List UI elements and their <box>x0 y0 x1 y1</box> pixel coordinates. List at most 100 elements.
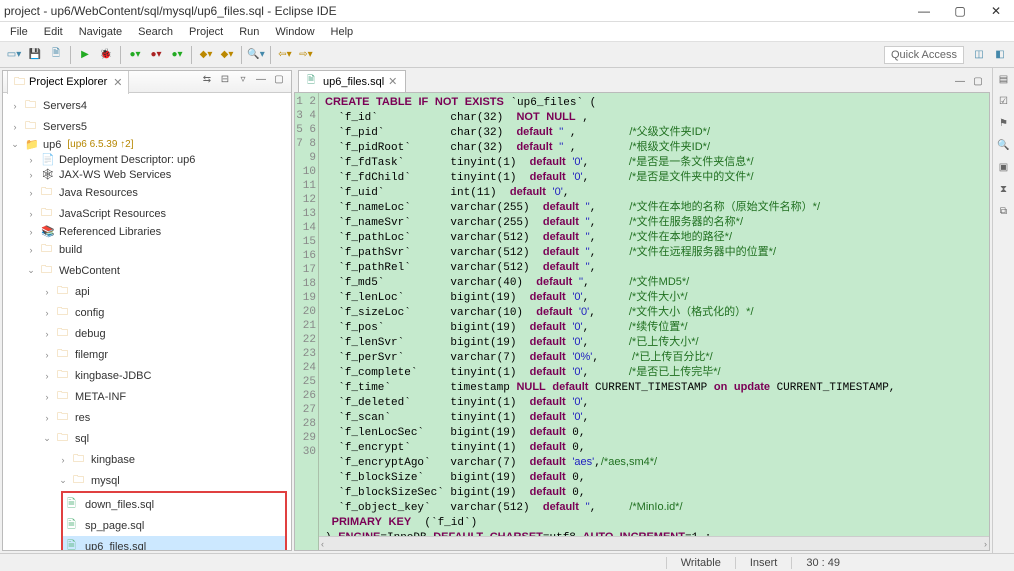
run-last-button[interactable]: ●▾ <box>125 45 145 65</box>
menu-run[interactable]: Run <box>233 24 265 40</box>
tree-config[interactable]: ›🗀config <box>3 302 291 323</box>
minimize-button[interactable]: — <box>910 2 938 20</box>
task-list-button[interactable]: ☑ <box>996 96 1012 112</box>
perspective-debug-button[interactable]: ◧ <box>990 45 1010 65</box>
close-icon[interactable]: ✕ <box>388 75 397 88</box>
code-editor[interactable]: CREATE TABLE IF NOT EXISTS `up6_files` (… <box>319 93 989 550</box>
tree-filemgr[interactable]: ›🗀filemgr <box>3 344 291 365</box>
tree-metainf[interactable]: ›🗀META-INF <box>3 386 291 407</box>
folder-icon: 🗀 <box>57 324 71 343</box>
horizontal-scrollbar[interactable]: ‹› <box>319 536 989 550</box>
project-explorer-tab[interactable]: 🗀 Project Explorer ✕ <box>7 70 129 94</box>
tree-servers5[interactable]: ›🗀Servers5 <box>3 116 291 137</box>
window-title: project - up6/WebContent/sql/mysql/up6_f… <box>4 4 910 18</box>
tree-jsres[interactable]: ›🗀JavaScript Resources <box>3 203 291 224</box>
ws-icon: 🕸 <box>41 168 55 181</box>
quick-access[interactable]: Quick Access <box>884 46 964 64</box>
tree-javares[interactable]: ›🗀Java Resources <box>3 182 291 203</box>
tree-build[interactable]: ›🗀build <box>3 239 291 260</box>
folder-icon: 🗀 <box>25 117 39 136</box>
project-tree[interactable]: ›🗀Servers4 ›🗀Servers5 ⌄📁up6[up6 6.5.39 ↑… <box>3 93 291 550</box>
folder-icon: 🗀 <box>57 303 71 322</box>
folder-icon: 🗀 <box>57 429 71 448</box>
new-pkg-button[interactable]: ◆▾ <box>196 45 216 65</box>
run-button[interactable]: ▶ <box>75 45 95 65</box>
debug-button[interactable]: 🐞 <box>96 45 116 65</box>
tree-deploy[interactable]: ›📄Deployment Descriptor: up6 <box>3 152 291 167</box>
scm-decorator: [up6 6.5.39 ↑2] <box>67 139 133 150</box>
folder-icon: 🗀 <box>41 183 55 202</box>
progress-button[interactable]: ⧗ <box>996 184 1012 200</box>
minimize-view-button[interactable]: — <box>253 74 269 90</box>
maximize-button[interactable]: ▢ <box>946 2 974 20</box>
tree-sp-page[interactable]: 🗎sp_page.sql <box>63 515 285 536</box>
tree-up6-files[interactable]: 🗎up6_files.sql <box>63 536 285 550</box>
project-explorer-view: 🗀 Project Explorer ✕ ⇆ ⊟ ▿ — ▢ ›🗀Servers… <box>2 70 292 551</box>
new-class-button[interactable]: ◆▾ <box>217 45 237 65</box>
tree-kingbase[interactable]: ›🗀kingbase <box>3 449 291 470</box>
menu-window[interactable]: Window <box>269 24 320 40</box>
close-button[interactable]: ✕ <box>982 2 1010 20</box>
coverage-button[interactable]: ●▾ <box>167 45 187 65</box>
menu-help[interactable]: Help <box>325 24 360 40</box>
menu-search[interactable]: Search <box>132 24 179 40</box>
tree-debug[interactable]: ›🗀debug <box>3 323 291 344</box>
menu-navigate[interactable]: Navigate <box>73 24 128 40</box>
tree-reflib[interactable]: ›📚Referenced Libraries <box>3 224 291 239</box>
save-button[interactable]: 💾 <box>25 45 45 65</box>
menu-file[interactable]: File <box>4 24 34 40</box>
editor-maximize-button[interactable]: ▢ <box>970 76 986 92</box>
search-view-button[interactable]: 🔍 <box>996 140 1012 156</box>
folder-icon: 🗀 <box>73 450 87 469</box>
folder-icon: 🗀 <box>41 240 55 259</box>
sql-file-icon: 🗎 <box>67 495 81 514</box>
sql-file-icon: 🗎 <box>307 73 319 90</box>
editor-area: 🗎 up6_files.sql ✕ — ▢ 1 2 3 4 5 6 7 8 9 … <box>294 70 990 551</box>
tree-sql[interactable]: ⌄🗀sql <box>3 428 291 449</box>
tree-webcontent[interactable]: ⌄🗀WebContent <box>3 260 291 281</box>
back-button[interactable]: ⇦▾ <box>275 45 295 65</box>
folder-icon: 🗀 <box>41 261 55 280</box>
descriptor-icon: 📄 <box>41 153 55 166</box>
search-button[interactable]: 🔍▾ <box>246 45 266 65</box>
servers-button[interactable]: ⧉ <box>996 206 1012 222</box>
maximize-view-button[interactable]: ▢ <box>271 74 287 90</box>
extern-button[interactable]: ●▾ <box>146 45 166 65</box>
menu-edit[interactable]: Edit <box>38 24 69 40</box>
tree-servers4[interactable]: ›🗀Servers4 <box>3 95 291 116</box>
editor-body[interactable]: 1 2 3 4 5 6 7 8 9 10 11 12 13 14 15 16 1… <box>294 92 990 551</box>
mysql-highlight-box: 🗎down_files.sql 🗎sp_page.sql 🗎up6_files.… <box>61 491 287 550</box>
forward-button[interactable]: ⇨▾ <box>296 45 316 65</box>
tree-jaxws[interactable]: ›🕸JAX-WS Web Services <box>3 167 291 182</box>
tree-api[interactable]: ›🗀api <box>3 281 291 302</box>
folder-icon: 🗀 <box>14 73 25 92</box>
status-bar: Writable Insert 30 : 49 <box>0 553 1014 571</box>
project-explorer-label: Project Explorer <box>29 76 107 88</box>
outline-view-button[interactable]: ▤ <box>996 74 1012 90</box>
folder-icon: 🗀 <box>73 471 87 490</box>
title-bar: project - up6/WebContent/sql/mysql/up6_f… <box>0 0 1014 22</box>
perspective-java-button[interactable]: ◫ <box>969 45 989 65</box>
link-editor-button[interactable]: ⇆ <box>199 74 215 90</box>
right-trim-bar: ▤ ☑ ⚑ 🔍 ▣ ⧗ ⧉ <box>992 68 1014 553</box>
line-gutter: 1 2 3 4 5 6 7 8 9 10 11 12 13 14 15 16 1… <box>295 93 319 550</box>
save-all-button[interactable]: 🗎 <box>46 45 66 65</box>
editor-minimize-button[interactable]: — <box>952 76 968 92</box>
folder-icon: 🗀 <box>57 387 71 406</box>
tree-res[interactable]: ›🗀res <box>3 407 291 428</box>
tree-mysql[interactable]: ⌄🗀mysql <box>3 470 291 491</box>
close-icon[interactable]: ✕ <box>113 76 122 89</box>
console-button[interactable]: ▣ <box>996 162 1012 178</box>
new-button[interactable]: ▭▾ <box>4 45 24 65</box>
markers-button[interactable]: ⚑ <box>996 118 1012 134</box>
menu-project[interactable]: Project <box>183 24 229 40</box>
tree-kingbase-jdbc[interactable]: ›🗀kingbase-JDBC <box>3 365 291 386</box>
tree-up6[interactable]: ⌄📁up6[up6 6.5.39 ↑2] <box>3 137 291 152</box>
editor-tab-up6-files[interactable]: 🗎 up6_files.sql ✕ <box>298 70 406 92</box>
project-explorer-tab-bar: 🗀 Project Explorer ✕ ⇆ ⊟ ▿ — ▢ <box>3 71 291 93</box>
view-menu-button[interactable]: ▿ <box>235 74 251 90</box>
folder-icon: 🗀 <box>57 282 71 301</box>
folder-icon: 🗀 <box>25 96 39 115</box>
tree-down-files[interactable]: 🗎down_files.sql <box>63 494 285 515</box>
collapse-all-button[interactable]: ⊟ <box>217 74 233 90</box>
